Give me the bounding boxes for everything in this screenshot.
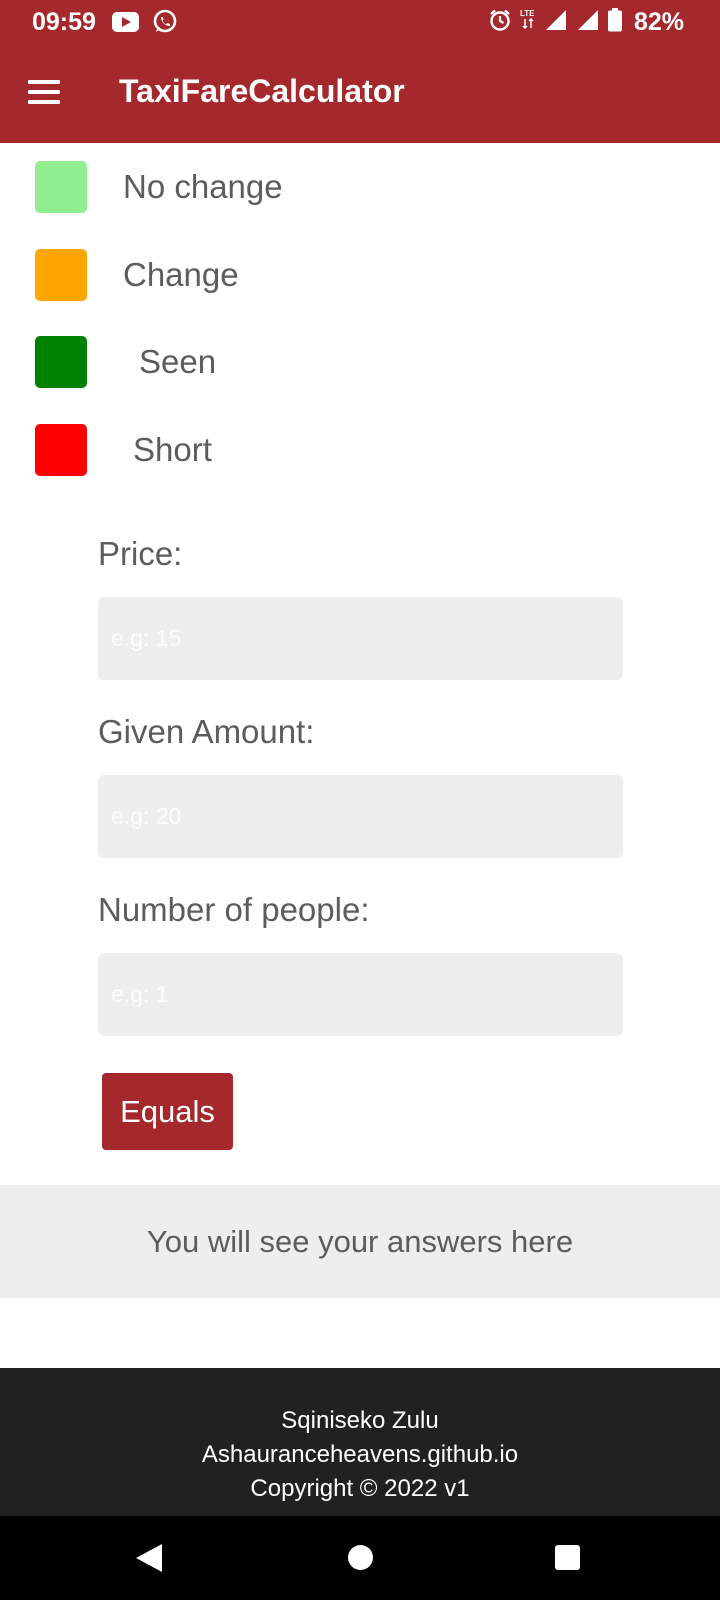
status-right-cluster: LTE 82% [488,8,684,37]
equals-button[interactable]: Equals [102,1073,233,1150]
answer-box: You will see your answers here [0,1185,720,1298]
footer-site: Ashauranceheavens.github.io [201,1441,519,1468]
answer-text: You will see your answers here [146,1223,574,1259]
footer-author: Sqiniseko Zulu [281,1407,439,1434]
given-amount-label: Given Amount: [98,713,315,750]
app-bar: TaxiFareCalculator [0,44,720,143]
legend-swatch [35,424,87,476]
given-amount-input[interactable] [98,775,623,858]
legend-item-short: Short [35,424,655,476]
legend-label: Seen [139,343,217,380]
people-input[interactable] [98,953,623,1036]
recent-apps-icon[interactable] [555,1545,580,1570]
footer: Sqiniseko Zulu Ashauranceheavens.github.… [0,1368,720,1516]
alarm-icon [488,8,512,37]
legend-swatch [35,336,87,388]
price-input[interactable] [98,597,623,680]
status-bar: 09:59 LTE 82% [0,0,720,44]
system-nav-bar [0,1516,720,1600]
svg-text:LTE: LTE [520,9,535,18]
back-icon[interactable] [136,1544,162,1572]
battery-percent: 82% [633,8,684,36]
people-label: Number of people: [98,891,370,928]
legend-item-no-change: No change [35,161,655,213]
battery-icon [607,8,622,37]
home-icon[interactable] [348,1545,373,1570]
legend-label: No change [123,168,283,205]
youtube-icon [112,12,139,37]
app-title: TaxiFareCalculator [119,73,405,109]
hamburger-menu-icon[interactable] [28,80,60,106]
whatsapp-icon [152,9,178,40]
legend-swatch [35,249,87,301]
lte-signal-icon: LTE [520,8,536,37]
legend-label: Change [123,256,239,293]
signal-icon [576,8,600,37]
footer-copyright: Copyright © 2022 v1 [250,1475,470,1502]
legend-item-seen: Seen [35,336,655,388]
legend-item-change: Change [35,249,655,301]
legend-swatch [35,161,87,213]
price-label: Price: [98,535,183,572]
legend-label: Short [133,431,212,468]
status-time: 09:59 [32,8,96,36]
signal-icon [544,8,568,37]
